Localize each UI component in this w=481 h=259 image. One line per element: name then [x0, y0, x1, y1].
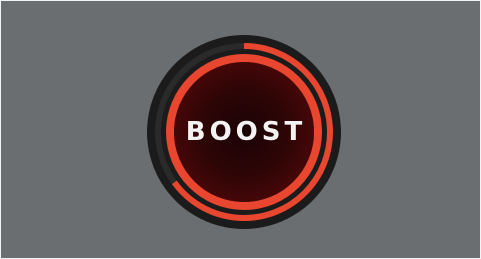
boost-dial: BOOST [146, 34, 342, 230]
app-canvas: BOOST [0, 0, 481, 259]
boost-button[interactable] [174, 62, 314, 202]
